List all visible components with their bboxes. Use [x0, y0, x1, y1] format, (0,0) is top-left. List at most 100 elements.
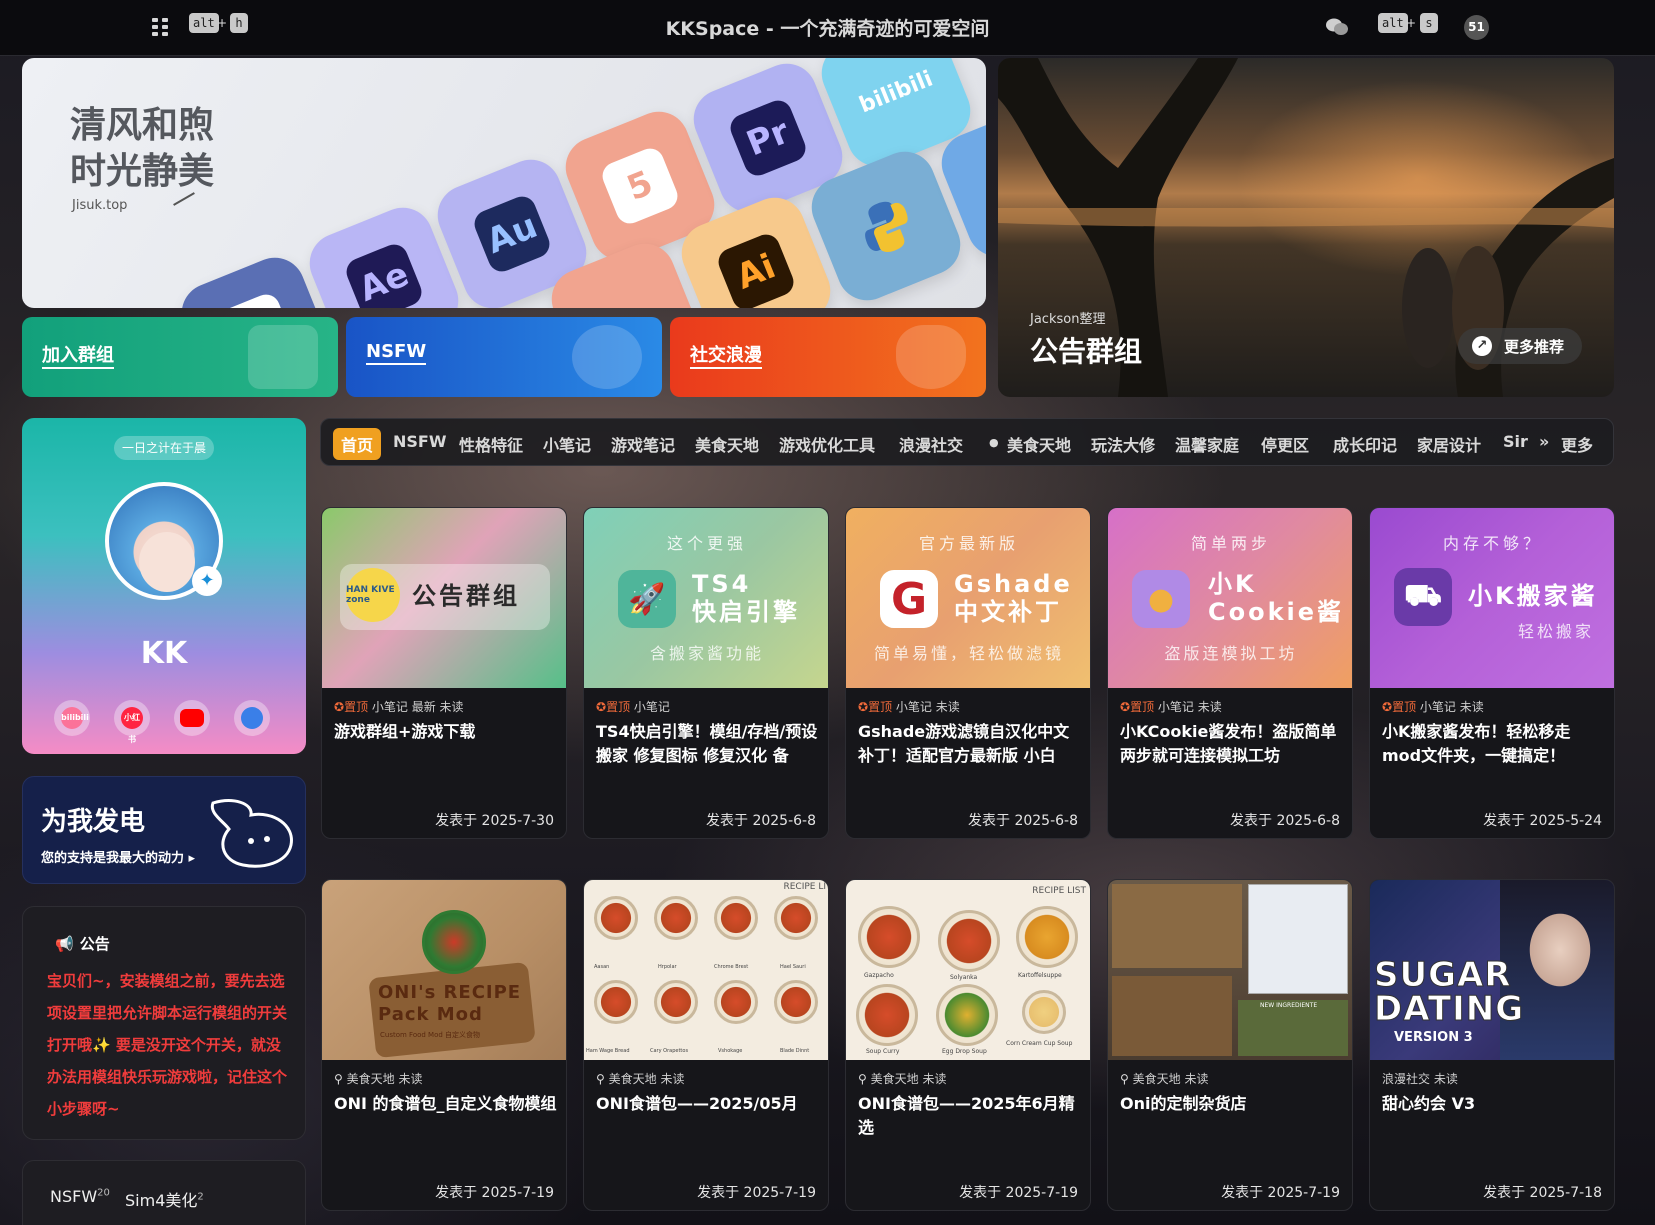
cover-title: Gshade 中文补丁 — [954, 570, 1073, 626]
nav-item-home[interactable]: 首页 — [333, 428, 382, 460]
post-card[interactable]: NEW INGREDIENTE ⚲ 美食天地 未读 Oni的定制杂货店 发表于 … — [1107, 879, 1353, 1211]
verified-badge-icon: ✦ — [192, 566, 222, 596]
search-icon: ⚲ — [334, 1072, 343, 1086]
sphere-icon: ◒ — [214, 290, 298, 308]
post-title[interactable]: TS4快启引擎！模组/存档/预设搬家 修复图标 修复汉化 备份… — [596, 720, 820, 768]
post-card[interactable]: RECIPE LI Aasan Hrpolar Chrome Brest Hae… — [583, 879, 829, 1211]
dish-label: Vshokage — [718, 1048, 743, 1054]
post-title[interactable]: Oni的定制杂货店 — [1120, 1092, 1344, 1116]
nav-item-notes[interactable]: 小笔记 — [543, 432, 591, 456]
hero-banner[interactable]: 清风和煦 时光静美 Jisuk.top ◒ Ae Au 5 Pr bilibil… — [22, 58, 986, 308]
cookie-icon: ● — [1132, 570, 1190, 628]
nav-more[interactable]: 更多 — [1561, 432, 1593, 456]
post-date: 发表于 2025-7-30 — [435, 813, 554, 829]
post-title[interactable]: 甜心约会 V3 — [1382, 1092, 1606, 1116]
post-meta: ⚲ 美食天地 未读 — [596, 1072, 685, 1086]
post-cover: HAN KIVE zone 公告群组 — [322, 508, 566, 688]
nav-item-family[interactable]: 温馨家庭 — [1175, 432, 1239, 456]
post-card[interactable]: RECIPE LIST Gazpacho Solyanka Kartoffels… — [845, 879, 1091, 1211]
hero-subtitle: Jisuk.top — [72, 198, 128, 213]
nav-item-romance[interactable]: 浪漫社交 — [899, 432, 963, 456]
post-meta: ✪置顶 小笔记 未读 — [1120, 700, 1222, 714]
hero-slash-mark — [173, 192, 195, 206]
post-cover: 内存不够？ ⛟ 小K搬家酱 轻松搬家 — [1370, 508, 1614, 688]
tag-sim4[interactable]: Sim4美化2 — [125, 1187, 204, 1211]
xiaohongshu-link[interactable]: 小红书 — [114, 700, 150, 744]
post-meta: ⚲ 美食天地 未读 — [334, 1072, 423, 1086]
post-card[interactable]: 这个更强 🚀 TS4 快启引擎 含搬家酱功能 ✪置顶 小笔记 TS4快启引擎！模… — [583, 507, 829, 839]
top-bar: alt + h KKSpace - 一个充满奇迹的可爱空间 alt + s 51 — [0, 0, 1655, 56]
double-chevron-right-icon[interactable]: » — [1539, 432, 1549, 451]
cover-caption: Custom Food Mod 自定义食物 — [380, 1031, 481, 1039]
sponsor-card[interactable]: 为我发电 您的支持是我最大的动力 — [22, 776, 306, 884]
html5-icon: 5 — [598, 144, 682, 228]
cover-title: TS4 快启引擎 — [692, 570, 800, 626]
social-romance-button[interactable]: 社交浪漫 — [670, 317, 986, 397]
xiaohongshu-icon: 小红书 — [121, 707, 143, 744]
cover-bottom-text: 轻松搬家 — [1517, 622, 1594, 641]
post-title[interactable]: ONI食谱包——2025/05月 — [596, 1092, 820, 1116]
dish-icon — [714, 980, 758, 1024]
post-title[interactable]: 小K搬家酱发布！轻松移走mod文件夹，一键搞定！ — [1382, 720, 1606, 768]
post-card[interactable]: SUGAR DATING VERSION 3 浪漫社交 未读 甜心约会 V3 发… — [1369, 879, 1615, 1211]
search-icon: ● — [989, 436, 999, 449]
chat-icon[interactable] — [1325, 17, 1349, 37]
post-meta: ✪置顶 小笔记 未读 — [1382, 700, 1484, 714]
nav-item-optimization[interactable]: 游戏优化工具 — [779, 432, 875, 456]
nav-item-growth[interactable]: 成长印记 — [1333, 432, 1397, 456]
post-title[interactable]: ONI食谱包——2025年6月精选 — [858, 1092, 1082, 1140]
dish-label: Hael Sauri — [780, 964, 806, 970]
nsfw-button[interactable]: NSFW — [346, 317, 662, 397]
post-card[interactable]: HAN KIVE zone 公告群组 ✪置顶 小笔记 最新 未读 游戏群组+游戏… — [321, 507, 567, 839]
post-cover: 官方最新版 G Gshade 中文补丁 简单易懂，轻松做滤镜 — [846, 508, 1090, 688]
search-icon: ⚲ — [596, 1072, 605, 1086]
shortcut-plus: + — [1406, 16, 1417, 30]
nav-item-home-design[interactable]: 家居设计 — [1417, 432, 1481, 456]
dish-label: Ham Wage Bread — [586, 1048, 630, 1054]
cover-top-text: RECIPE LI — [783, 882, 826, 892]
dish-label: Kartoffelsuppe — [1018, 972, 1062, 979]
nav-item-sir[interactable]: Sir — [1503, 432, 1528, 451]
nav-item-paused[interactable]: 停更区 — [1261, 432, 1309, 456]
dish-icon — [1016, 906, 1078, 968]
email-link[interactable]: email — [234, 700, 270, 736]
python-icon — [865, 201, 908, 253]
more-recommendations-button[interactable]: ↗ 更多推荐 — [1458, 328, 1582, 364]
announcement-card[interactable]: Jackson整理 公告群组 ↗ 更多推荐 — [998, 58, 1614, 397]
cover-top-text: 内存不够？ — [1442, 534, 1543, 553]
dish-icon — [938, 910, 1000, 972]
post-card[interactable]: 简单两步 ● 小K Cookie酱 盗版连模拟工坊 ✪置顶 小笔记 未读 小KC… — [1107, 507, 1353, 839]
post-date: 发表于 2025-6-8 — [1230, 813, 1340, 829]
search-icon: ⚲ — [858, 1072, 867, 1086]
post-title[interactable]: 小KCookie酱发布！盗版简单两步就可连接模拟工坊 — [1120, 720, 1344, 768]
dish-label: Hrpolar — [658, 964, 677, 970]
notification-badge[interactable]: 51 — [1464, 15, 1489, 40]
sponsor-subtitle: 您的支持是我最大的动力 — [41, 847, 195, 866]
search-icon: ⚲ — [1120, 1072, 1129, 1086]
nav-item-food[interactable]: 美食天地 — [695, 432, 759, 456]
post-title[interactable]: Gshade游戏滤镜自汉化中文补丁！适配官方最新版 小白轻… — [858, 720, 1082, 768]
dish-label: Aasan — [594, 964, 610, 970]
nav-item-gameplay[interactable]: 玩法大修 — [1091, 432, 1155, 456]
ghost-mascot-icon — [210, 799, 293, 868]
post-cover: 简单两步 ● 小K Cookie酱 盗版连模拟工坊 — [1108, 508, 1352, 688]
post-title[interactable]: ONI 的食谱包_自定义食物模组 — [334, 1092, 558, 1116]
post-card[interactable]: 官方最新版 G Gshade 中文补丁 简单易懂，轻松做滤镜 ✪置顶 小笔记 未… — [845, 507, 1091, 839]
bilibili-link[interactable]: bilibili — [54, 700, 90, 736]
gshade-logo-icon: G — [880, 570, 938, 628]
post-title[interactable]: 游戏群组+游戏下载 — [334, 720, 558, 744]
nav-item-traits[interactable]: 性格特征 — [459, 432, 523, 456]
pin-icon: ✪ — [596, 700, 607, 714]
email-icon: email — [241, 707, 263, 729]
nav-item-game-notes[interactable]: 游戏笔记 — [611, 432, 675, 456]
post-meta: ✪置顶 小笔记 — [596, 700, 670, 714]
post-card[interactable]: ONI's RECIPE Pack Mod Custom Food Mod 自定… — [321, 879, 567, 1211]
post-card[interactable]: 内存不够？ ⛟ 小K搬家酱 轻松搬家 ✪置顶 小笔记 未读 小K搬家酱发布！轻松… — [1369, 507, 1615, 839]
nav-item-food-2[interactable]: 美食天地 — [1007, 432, 1071, 456]
tag-nsfw[interactable]: NSFW20 — [50, 1187, 110, 1206]
han-kive-logo-icon: HAN KIVE zone — [346, 568, 400, 622]
join-group-button[interactable]: 加入群组 — [22, 317, 338, 397]
youtube-link[interactable]: youtube — [174, 700, 210, 736]
cover-bottom-text: 盗版连模拟工坊 — [1164, 644, 1298, 663]
nav-item-nsfw[interactable]: NSFW — [393, 432, 447, 451]
